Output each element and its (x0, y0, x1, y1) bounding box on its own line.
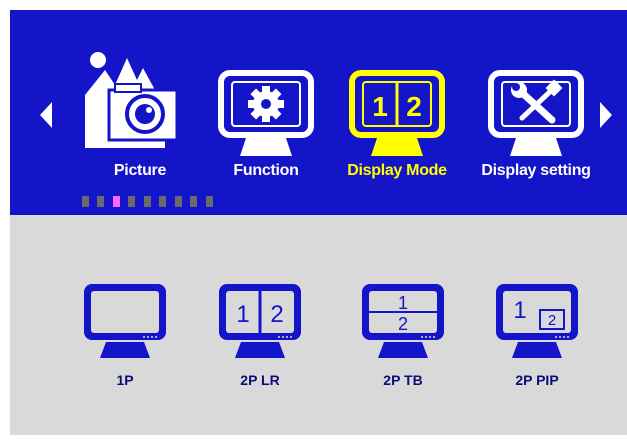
page-dot-active (112, 196, 120, 207)
left-arrow-icon[interactable] (40, 102, 52, 128)
page-dot (205, 196, 213, 207)
pip-pane-text: 2 (548, 312, 556, 329)
picture-icon (85, 52, 179, 148)
pane-2-text: 2 (270, 301, 283, 328)
right-arrow-icon[interactable] (600, 102, 612, 128)
split-left-right-icon: 1 2 (219, 284, 301, 358)
page-dot (82, 196, 89, 207)
mode-label: 1P (116, 372, 134, 388)
mode-label: 2P LR (240, 372, 280, 388)
single-screen-icon (84, 284, 166, 358)
menu-item-display-setting[interactable]: Display setting (476, 58, 596, 188)
tools-monitor-icon (488, 70, 584, 156)
split-screen-icon: 1 2 (349, 70, 445, 156)
menu-label: Display Mode (347, 162, 447, 179)
menu-label: Function (233, 162, 299, 179)
page-dot (190, 196, 198, 207)
mode-label: 2P PIP (515, 372, 559, 388)
osd-menu: Picture Function 1 2 Display Mode Displa… (10, 10, 627, 435)
main-pane-text: 1 (513, 297, 526, 324)
page-dot (143, 196, 151, 207)
mode-option-2p-tb[interactable]: 1 2 2P TB (353, 280, 453, 400)
page-dot (174, 196, 182, 207)
menu-item-function[interactable]: Function (206, 58, 326, 188)
picture-in-picture-icon: 1 2 (496, 284, 578, 358)
gear-monitor-icon (218, 70, 314, 156)
split-top-bottom-icon: 1 2 (362, 284, 444, 358)
mode-option-2p-lr[interactable]: 1 2 2P LR (210, 280, 310, 400)
svg-text:2: 2 (406, 91, 422, 122)
pane-1-text: 1 (236, 301, 249, 328)
menu-item-picture[interactable]: Picture (80, 52, 200, 188)
mode-label: 2P TB (383, 372, 423, 388)
mode-option-2p-pip[interactable]: 1 2 2P PIP (487, 280, 587, 400)
svg-text:1: 1 (372, 91, 388, 122)
display-mode-panel: 1P 1 2 2P LR 1 2 2P TB 1 2 2P PIP (10, 215, 627, 435)
menu-bar: Picture Function 1 2 Display Mode Displa… (10, 10, 627, 215)
pane-2-text: 2 (398, 314, 408, 334)
page-indicator (82, 196, 217, 207)
menu-label: Display setting (481, 162, 591, 179)
menu-label: Picture (113, 162, 167, 179)
pane-1-text: 1 (398, 293, 408, 313)
page-dot (159, 196, 167, 207)
page-dot (97, 196, 105, 207)
menu-item-display-mode[interactable]: 1 2 Display Mode (337, 58, 457, 188)
mode-option-1p[interactable]: 1P (75, 280, 175, 400)
page-dot (128, 196, 136, 207)
